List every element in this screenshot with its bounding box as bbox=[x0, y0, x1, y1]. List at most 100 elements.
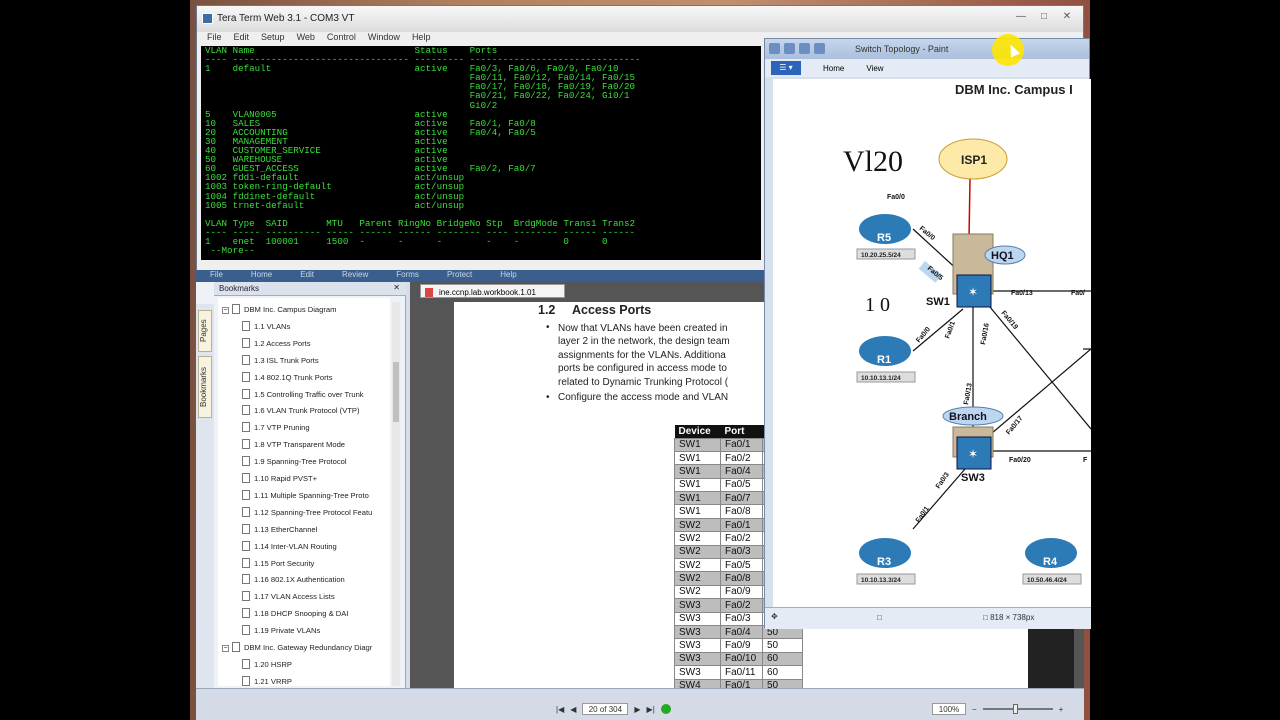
cell-device: SW1 bbox=[674, 491, 721, 506]
zoom-level[interactable]: 100% bbox=[932, 703, 966, 715]
bookmarks-tab[interactable]: Bookmarks bbox=[198, 356, 212, 418]
close-button[interactable]: ✕ bbox=[1057, 10, 1077, 24]
bookmark-item[interactable]: 1.15 Port Security bbox=[242, 557, 314, 570]
bookmark-item[interactable]: 1.9 Spanning-Tree Protocol bbox=[242, 456, 347, 468]
teraterm-titlebar[interactable]: Tera Term Web 3.1 - COM3 VT — □ ✕ bbox=[197, 6, 1083, 32]
zoom-slider[interactable] bbox=[982, 704, 1053, 714]
bookmark-item[interactable]: 1.10 Rapid PVST+ bbox=[242, 473, 317, 485]
page-icon bbox=[242, 608, 250, 619]
bookmark-item[interactable]: 1.13 EtherChannel bbox=[242, 523, 317, 536]
menu-control[interactable]: Control bbox=[327, 32, 356, 46]
cell-port: Fa0/3 bbox=[720, 611, 763, 626]
page-indicator[interactable]: 20 of 304 bbox=[582, 703, 629, 715]
bookmark-item[interactable]: 1.4 802.1Q Trunk Ports bbox=[242, 371, 333, 384]
cell-device: SW4 bbox=[674, 678, 721, 688]
page-icon bbox=[242, 337, 250, 348]
ribbon-file[interactable]: File bbox=[210, 270, 223, 282]
bookmark-item[interactable]: 1.16 802.1X Authentication bbox=[242, 574, 345, 586]
bookmark-tree: − DBM Inc. Campus Diagram 1.1 VLANs 1.2 Acc… bbox=[218, 298, 390, 686]
pages-tab[interactable]: Pages bbox=[198, 310, 212, 352]
cell-port: Fa0/1 bbox=[720, 517, 763, 533]
isp-link bbox=[968, 178, 971, 240]
ribbon-edit[interactable]: Edit bbox=[300, 270, 314, 282]
bookmarks-panel: Pages Bookmarks Bookmarks ✕ − DBM Inc. Ca… bbox=[196, 282, 406, 688]
play-icon[interactable] bbox=[660, 704, 671, 714]
bookmark-item[interactable]: 1.3 ISL Trunk Ports bbox=[242, 354, 319, 367]
ribbon-review[interactable]: Review bbox=[342, 270, 368, 282]
cell-device: SW1 bbox=[674, 477, 721, 493]
cell-vlan: 60 bbox=[762, 665, 803, 680]
collapse-icon[interactable]: − bbox=[222, 645, 229, 652]
menu-window[interactable]: Window bbox=[368, 32, 400, 46]
bookmark-item[interactable]: 1.20 HSRP bbox=[242, 658, 292, 671]
undo-icon[interactable] bbox=[799, 43, 810, 54]
bullet-icon: • bbox=[546, 392, 550, 403]
router-r5: R5 10.20.25.5/24 bbox=[856, 214, 916, 260]
svg-text:✶: ✶ bbox=[968, 447, 978, 461]
next-page-icon[interactable]: ▶ bbox=[634, 705, 640, 714]
tab-home[interactable]: Home bbox=[823, 64, 844, 73]
reader-statusbar: |◀ ◀ 20 of 304 ▶ ▶| 100% − + bbox=[196, 688, 1084, 720]
bookmark-group[interactable]: − DBM Inc. Campus Diagram bbox=[222, 304, 336, 316]
bookmark-item[interactable]: 1.8 VTP Transparent Mode bbox=[242, 439, 345, 451]
redo-icon[interactable] bbox=[814, 43, 825, 54]
menu-setup[interactable]: Setup bbox=[261, 32, 285, 46]
menu-edit[interactable]: Edit bbox=[234, 32, 250, 46]
bookmarks-scrollbar[interactable] bbox=[392, 302, 400, 686]
ribbon-forms[interactable]: Forms bbox=[396, 270, 419, 282]
cell-port: Fa0/4 bbox=[720, 464, 763, 479]
first-page-icon[interactable]: |◀ bbox=[556, 705, 564, 714]
bookmark-item[interactable]: 1.18 DHCP Snooping & DAI bbox=[242, 608, 348, 620]
tab-view[interactable]: View bbox=[866, 64, 883, 73]
bookmark-item[interactable]: 1.21 VRRP bbox=[242, 675, 292, 686]
bookmark-item[interactable]: 1.17 VLAN Access Lists bbox=[242, 591, 335, 603]
page-icon bbox=[242, 456, 250, 467]
paint-window: Switch Topology - Paint ☰ ▾ Home View DB… bbox=[764, 38, 1091, 629]
ribbon-help[interactable]: Help bbox=[500, 270, 516, 282]
menu-help[interactable]: Help bbox=[412, 32, 431, 46]
bookmark-item[interactable]: 1.7 VTP Pruning bbox=[242, 422, 310, 434]
bookmark-item[interactable]: 1.14 Inter-VLAN Routing bbox=[242, 540, 337, 553]
menu-file[interactable]: File bbox=[207, 32, 222, 46]
last-page-icon[interactable]: ▶| bbox=[647, 705, 655, 714]
minimize-button[interactable]: — bbox=[1011, 10, 1031, 24]
cell-device: SW1 bbox=[674, 504, 721, 519]
bookmark-item[interactable]: 1.2 Access Ports bbox=[242, 337, 311, 350]
paint-titlebar[interactable]: Switch Topology - Paint bbox=[765, 39, 1089, 59]
bookmark-item[interactable]: 1.11 Multiple Spanning-Tree Proto bbox=[242, 489, 369, 502]
bookmark-item[interactable]: 1.19 Private VLANs bbox=[242, 625, 320, 637]
close-icon[interactable]: ✕ bbox=[393, 283, 400, 292]
menu-web[interactable]: Web bbox=[297, 32, 315, 46]
page-icon bbox=[242, 422, 250, 433]
maximize-button[interactable]: □ bbox=[1034, 10, 1054, 24]
cell-port: Fa0/9 bbox=[720, 638, 763, 653]
terminal-output[interactable]: VLAN Name Status Ports ---- ------------… bbox=[201, 46, 761, 260]
paint-canvas[interactable]: DBM Inc. Campus I Vl20 1 0 ISP1 R5 10.20… bbox=[773, 79, 1091, 607]
bookmark-item[interactable]: 1.12 Spanning-Tree Protocol Featu bbox=[242, 506, 372, 519]
bookmark-label: 1.20 HSRP bbox=[254, 659, 292, 669]
ribbon-protect[interactable]: Protect bbox=[447, 270, 472, 282]
zoom-out-icon[interactable]: − bbox=[972, 705, 977, 714]
page-icon bbox=[242, 506, 250, 517]
page-icon bbox=[242, 388, 250, 399]
bookmark-item[interactable]: 1.5 Controlling Traffic over Trunk bbox=[242, 388, 364, 401]
bookmark-item[interactable]: 1.6 VLAN Trunk Protocol (VTP) bbox=[242, 405, 360, 417]
cell-vlan: 60 bbox=[762, 651, 803, 667]
collapse-icon[interactable]: − bbox=[222, 307, 229, 314]
document-tab[interactable]: ine.ccnp.lab.workbook.1.01 bbox=[420, 284, 565, 298]
bookmark-label: 1.17 VLAN Access Lists bbox=[254, 592, 335, 602]
ribbon-home[interactable]: Home bbox=[251, 270, 272, 282]
paragraph-line: related to Dynamic Trunking Protocol ( bbox=[558, 376, 729, 388]
port-label: Fa0/0 bbox=[918, 225, 936, 242]
svg-text:✶: ✶ bbox=[968, 285, 978, 299]
handwritten-annotation-2: 1 0 bbox=[865, 294, 890, 316]
bookmark-item[interactable]: 1.1 VLANs bbox=[242, 320, 290, 333]
paint-file-button[interactable]: ☰ ▾ bbox=[771, 61, 801, 75]
zoom-in-icon[interactable]: + bbox=[1059, 705, 1064, 714]
bookmark-group[interactable]: − DBM Inc. Gateway Redundancy Diagr bbox=[222, 642, 372, 654]
page-icon bbox=[242, 658, 250, 669]
isp1-cloud: ISP1 bbox=[938, 138, 1008, 180]
save-icon[interactable] bbox=[784, 43, 795, 54]
prev-page-icon[interactable]: ◀ bbox=[570, 705, 576, 714]
cell-device: SW3 bbox=[674, 611, 721, 626]
